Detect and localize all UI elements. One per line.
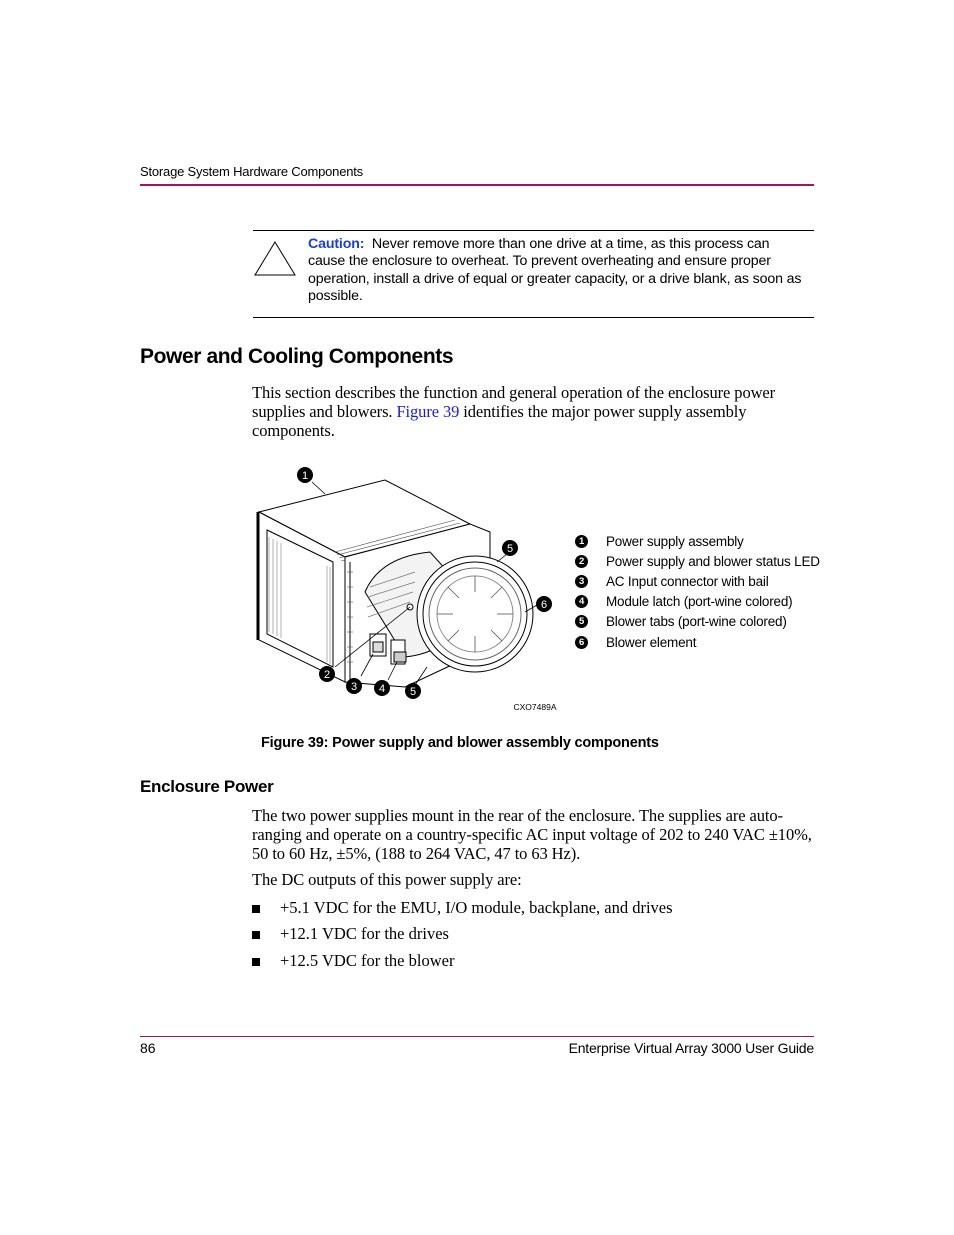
caution-note: Caution: Never remove more than one driv… xyxy=(308,236,808,305)
bullet-icon xyxy=(252,930,260,939)
power-supply-body xyxy=(256,479,534,688)
intro-paragraph: This section describes the function and … xyxy=(252,383,822,440)
legend-label: Power supply and blower status LED xyxy=(606,553,820,569)
footer-rule xyxy=(140,1036,814,1037)
legend-label: Blower tabs (port-wine colored) xyxy=(606,614,787,630)
svg-text:5: 5 xyxy=(507,543,513,555)
bullet-icon xyxy=(252,957,260,966)
legend-item: 3 AC Input connector with bail xyxy=(575,571,820,591)
section-heading: Power and Cooling Components xyxy=(140,345,454,368)
figure-39-link[interactable]: Figure 39 xyxy=(396,402,459,421)
svg-text:1: 1 xyxy=(302,470,308,482)
bullet-item: +12.5 VDC for the blower xyxy=(252,951,454,970)
caution-top-divider xyxy=(253,230,814,231)
bullet-icon xyxy=(252,904,260,913)
warning-triangle-icon xyxy=(254,241,296,276)
caution-body: Never remove more than one drive at a ti… xyxy=(308,236,802,304)
legend-label: Power supply assembly xyxy=(606,533,744,549)
bullet-text: +12.1 VDC for the drives xyxy=(280,924,449,943)
callout-5-bottom: 5 xyxy=(405,683,421,699)
legend-number: 4 xyxy=(575,595,588,609)
art-id-label: CXO7489A xyxy=(514,702,557,712)
bullet-text: +12.5 VDC for the blower xyxy=(280,951,455,970)
figure-caption: Figure 39: Power supply and blower assem… xyxy=(261,735,659,751)
enclosure-power-paragraph: The two power supplies mount in the rear… xyxy=(252,806,812,863)
running-header: Storage System Hardware Components xyxy=(140,164,363,179)
legend-item: 6 Blower element xyxy=(575,632,820,652)
subsection-heading: Enclosure Power xyxy=(140,777,274,796)
svg-text:2: 2 xyxy=(324,669,330,681)
callout-2: 2 xyxy=(319,666,335,682)
callout-4: 4 xyxy=(374,680,390,696)
callout-1: 1 xyxy=(297,467,313,483)
svg-text:6: 6 xyxy=(541,599,547,611)
legend-item: 5 Blower tabs (port-wine colored) xyxy=(575,612,820,632)
legend-item: 1 Power supply assembly xyxy=(575,531,820,551)
dc-outputs-intro: The DC outputs of this power supply are: xyxy=(252,870,522,889)
caution-bottom-divider xyxy=(253,317,814,318)
figure-legend: 1 Power supply assembly 2 Power supply a… xyxy=(575,531,820,652)
legend-number: 6 xyxy=(575,635,588,649)
legend-number: 5 xyxy=(575,615,588,629)
document-title: Enterprise Virtual Array 3000 User Guide xyxy=(568,1040,815,1056)
svg-text:3: 3 xyxy=(351,681,357,693)
header-rule xyxy=(140,184,814,186)
legend-label: Module latch (port-wine colored) xyxy=(606,594,793,610)
callout-5-top: 5 xyxy=(502,540,518,556)
callout-6: 6 xyxy=(536,596,552,612)
power-supply-illustration: 1 2 3 4 5 5 6 CXO7489A xyxy=(256,467,557,712)
bullet-item: +12.1 VDC for the drives xyxy=(252,924,449,943)
bullet-item: +5.1 VDC for the EMU, I/O module, backpl… xyxy=(252,898,673,917)
legend-item: 4 Module latch (port-wine colored) xyxy=(575,592,820,612)
legend-label: Blower element xyxy=(606,634,697,650)
callout-3: 3 xyxy=(346,678,362,694)
svg-text:5: 5 xyxy=(410,686,416,698)
legend-number: 2 xyxy=(575,554,588,568)
page-number: 86 xyxy=(140,1040,156,1056)
legend-number: 1 xyxy=(575,534,588,548)
svg-text:4: 4 xyxy=(379,683,385,695)
legend-label: AC Input connector with bail xyxy=(606,573,769,589)
legend-number: 3 xyxy=(575,574,588,588)
legend-item: 2 Power supply and blower status LED xyxy=(575,551,820,571)
caution-label: Caution: xyxy=(308,236,365,252)
bullet-text: +5.1 VDC for the EMU, I/O module, backpl… xyxy=(280,898,673,917)
